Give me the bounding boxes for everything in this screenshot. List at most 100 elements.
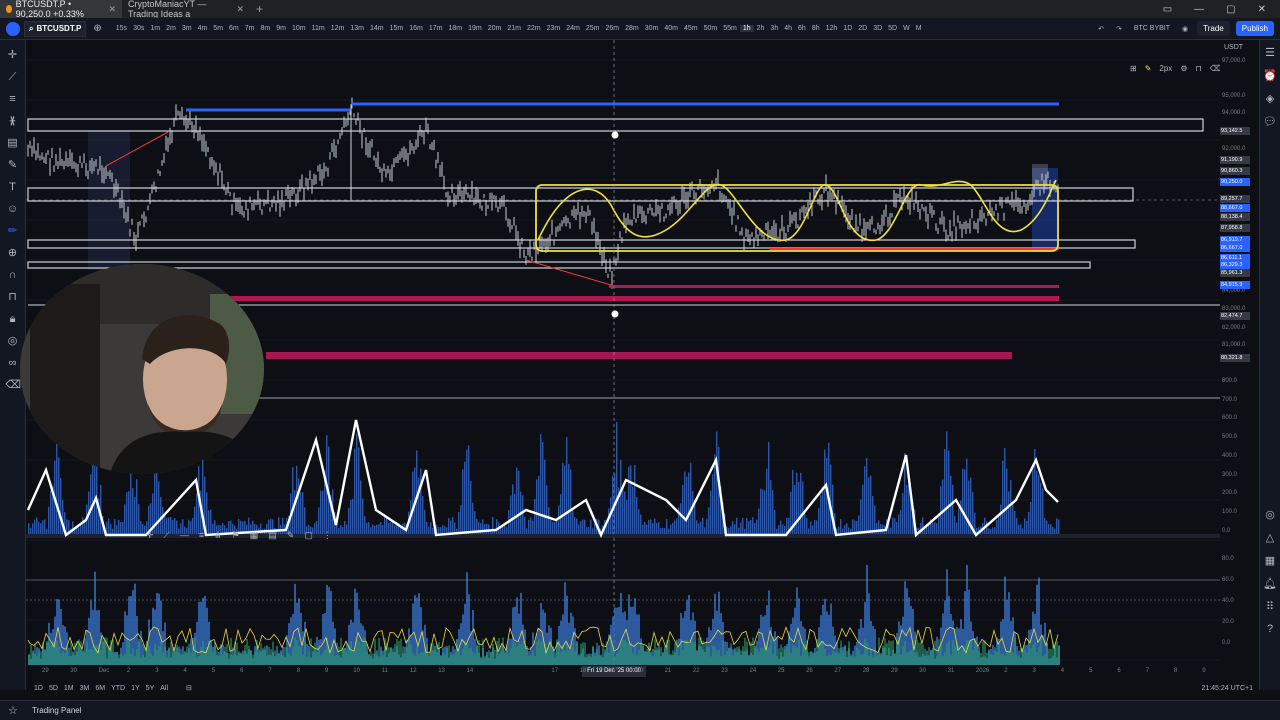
interval-28m[interactable]: 28m [622,25,642,32]
interval-55m[interactable]: 55m [720,25,740,32]
settings-icon[interactable]: ⚙ [1180,64,1187,73]
interval-6h[interactable]: 6h [795,25,809,32]
notifications-icon[interactable]: 🔔︎ [1263,577,1277,590]
interval-1h[interactable]: 1h [739,25,754,32]
interval-18m[interactable]: 18m [445,25,465,32]
star-icon[interactable]: ☆ [8,704,18,717]
link-icon[interactable]: ∞ [6,356,20,370]
zoom-icon[interactable]: ⊕ [6,246,20,260]
interval-24m[interactable]: 24m [563,25,583,32]
interval-1D[interactable]: 1D [840,25,855,32]
tradingview-logo-icon[interactable] [6,21,20,36]
undo-icon[interactable]: ↶ [1095,25,1107,33]
interval-22m[interactable]: 22m [524,25,544,32]
line-icon[interactable]: ⟋ [164,530,170,541]
range-1m[interactable]: 1M [64,685,74,692]
rectangle-icon[interactable]: ▢ [304,530,313,541]
interval-20m[interactable]: 20m [485,25,505,32]
range-1y[interactable]: 1Y [131,685,140,692]
horizontal-line-icon[interactable]: — [180,530,189,541]
interval-12h[interactable]: 12h [823,25,841,32]
grid-icon[interactable]: ▦ [250,530,259,541]
interval-2h[interactable]: 2h [754,25,768,32]
interval-2m[interactable]: 2m [163,25,179,32]
interval-16m[interactable]: 16m [406,25,426,32]
calendar-icon[interactable]: ▦ [1265,554,1275,567]
lock-icon[interactable]: ⊓ [1195,64,1201,73]
chat-icon[interactable]: 💬︎ [1263,115,1277,128]
interval-50m[interactable]: 50m [701,25,721,32]
interval-14m[interactable]: 14m [367,25,387,32]
interval-11m[interactable]: 11m [309,25,328,32]
currency-label[interactable]: USDT [1224,44,1243,51]
pencil-icon[interactable]: ✏ [6,224,20,238]
close-tab-icon[interactable]: ✕ [108,4,116,15]
text-icon[interactable]: T [6,180,20,194]
magnet-icon[interactable]: ∩ [6,268,20,282]
interval-10m[interactable]: 10m [289,25,309,32]
browser-tab-chart[interactable]: BTCUSDT.P • 90,250.0 +0.33% ✕ [0,0,122,19]
fib-icon[interactable]: ≡ [199,530,204,541]
interval-15s[interactable]: 15s [113,25,130,32]
range-3m[interactable]: 3M [80,685,90,692]
lock-icon[interactable]: 🔒︎ [6,312,20,326]
interval-8h[interactable]: 8h [809,25,823,32]
interval-13m[interactable]: 13m [347,25,367,32]
projection-icon[interactable]: ▤ [6,136,20,150]
pitchfork-icon[interactable]: ⋔ [214,530,222,541]
anchor-handle[interactable] [611,310,619,318]
goto-date-icon[interactable]: ⊟ [186,684,192,692]
range-1d[interactable]: 1D [34,685,43,692]
publish-button[interactable]: Publish [1235,21,1274,36]
close-tab-icon[interactable]: ✕ [236,4,244,15]
interval-30s[interactable]: 30s [130,25,147,32]
eye-icon[interactable]: ◎ [6,334,20,348]
browser-tab-ideas[interactable]: CryptoManiacYT — Trading Ideas a ✕ [122,0,250,19]
interval-12m[interactable]: 12m [328,25,348,32]
fib-retracement-icon[interactable]: ≡ [6,92,20,106]
interval-9m[interactable]: 9m [273,25,289,32]
apps-icon[interactable]: ⠿ [1266,600,1274,613]
interval-5D[interactable]: 5D [885,25,900,32]
camera-icon[interactable]: ◉ [1179,25,1191,33]
interval-5m[interactable]: 5m [210,25,226,32]
interval-19m[interactable]: 19m [465,25,485,32]
cross-icon[interactable]: ✛ [146,530,154,541]
exchange-selector[interactable]: BTC BYBIT [1131,25,1173,32]
interval-30m[interactable]: 30m [642,25,662,32]
redo-icon[interactable]: ↷ [1113,25,1125,33]
interval-3h[interactable]: 3h [767,25,781,32]
table-icon[interactable]: ▤ [268,530,277,541]
range-5d[interactable]: 5D [49,685,58,692]
ideas-icon[interactable]: △ [1266,531,1274,544]
interval-21m[interactable]: 21m [504,25,524,32]
support-zone-red[interactable] [609,285,1059,288]
template-icon[interactable]: ⊞ [1130,64,1137,73]
interval-W[interactable]: W [900,25,913,32]
trend-line-icon[interactable]: ⟋ [6,70,20,84]
interval-1m[interactable]: 1m [147,25,163,32]
interval-23m[interactable]: 23m [544,25,564,32]
minimize-button[interactable]: — [1194,4,1204,15]
line-color-icon[interactable]: ✎ [1145,64,1152,73]
pattern-icon[interactable]: ᚕ [6,114,20,128]
target-icon[interactable]: ◎ [1265,508,1275,521]
interval-4h[interactable]: 4h [781,25,795,32]
interval-M[interactable]: M [913,25,925,32]
flag-icon[interactable]: ⚑ [232,530,240,541]
trade-button[interactable]: Trade [1197,21,1230,36]
interval-15m[interactable]: 15m [387,25,407,32]
close-window-button[interactable]: ✕ [1258,4,1266,15]
interval-6m[interactable]: 6m [226,25,242,32]
interval-4m[interactable]: 4m [195,25,211,32]
range-ytd[interactable]: YTD [111,685,125,692]
interval-40m[interactable]: 40m [661,25,681,32]
symbol-search[interactable]: ⌕ BTCUSDT.P [24,20,87,37]
new-tab-button[interactable]: + [250,2,269,16]
support-zone-red[interactable] [226,296,1059,301]
time-axis[interactable]: Fri 19 Dec '25 00:00 29 30 Dec 2 3 4 5 6 7 8 9 10 11… [26,665,1220,678]
interval-17m[interactable]: 17m [426,25,446,32]
trading-panel-tab[interactable]: Trading Panel [32,706,82,715]
interval-3D[interactable]: 3D [870,25,885,32]
pencil-icon[interactable]: ✎ [287,530,295,541]
